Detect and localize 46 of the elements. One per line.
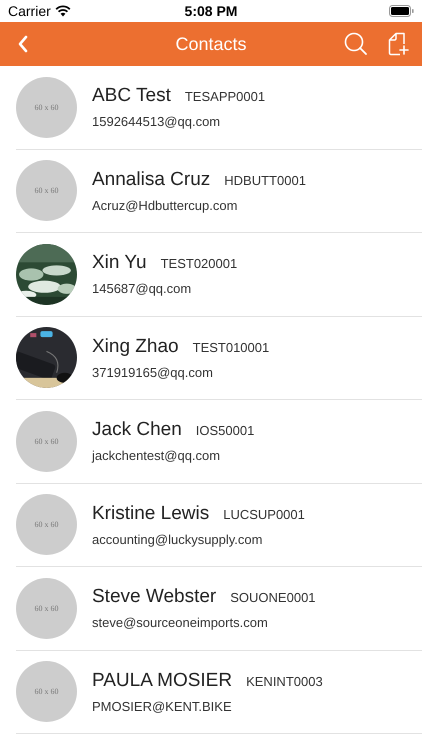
avatar-placeholder: 60 x 60: [16, 76, 77, 138]
contact-row[interactable]: 60 x 60 Jack Chen IOS50001 jackchentest@qq.com: [16, 400, 422, 484]
contact-name: ABC Test: [92, 85, 171, 108]
contact-name: Steve Webster: [92, 586, 216, 608]
wifi-icon: [54, 5, 71, 17]
contact-row[interactable]: 60 x 60 PAULA MOSIER KENINT0003 PMOSIER@KENT.BIKE: [16, 650, 422, 734]
contact-name: PAULA MOSIER: [92, 670, 232, 692]
avatar-placeholder: 60 x 60: [16, 661, 77, 722]
avatar-placeholder: 60 x 60: [16, 578, 77, 639]
back-icon[interactable]: [17, 35, 29, 53]
contact-name: Xing Zhao: [92, 336, 179, 358]
contact-email: accounting@luckysupply.com: [92, 532, 264, 547]
carrier-label: Carrier: [8, 3, 51, 19]
contact-email: 145687@qq.com: [92, 281, 192, 296]
contact-name: Jack Chen: [92, 419, 182, 442]
contact-email: 1592644513@qq.com: [92, 114, 222, 130]
contact-row[interactable]: 60 x 60 Kristine Lewis LUCSUP0001 accounting@luckysupply.com: [16, 484, 422, 567]
contact-row[interactable]: Xing Zhao TEST010001 371919165@qq.com: [16, 316, 422, 400]
time-label: 5:08 PM: [184, 3, 238, 19]
contact-code: TEST020001: [160, 256, 238, 272]
contact-code: SOUONE0001: [230, 590, 316, 606]
contact-email: steve@sourceoneimports.com: [92, 615, 269, 630]
nav-title: Contacts: [175, 34, 247, 54]
contact-code: HDBUTT0001: [224, 172, 306, 188]
contact-name: Kristine Lewis: [92, 502, 210, 525]
avatar-placeholder: 60 x 60: [16, 494, 77, 556]
contact-row[interactable]: 60 x 60 Steve Webster SOUONE0001 steve@sourceoneimports.com: [16, 567, 422, 650]
contact-row[interactable]: 60 x 60 Annalisa Cruz HDBUTT0001 Acruz@Hdbuttercup.com: [16, 150, 422, 233]
contact-email: jackchentest@qq.com: [92, 448, 222, 464]
contact-email: 371919165@qq.com: [92, 364, 214, 380]
contact-name: Xin Yu: [92, 252, 147, 274]
contact-row[interactable]: 60 x 60 ABC Test TESAPP0001 1592644513@qq.com: [16, 66, 422, 150]
avatar-placeholder: 60 x 60: [16, 410, 77, 472]
search-icon[interactable]: [344, 32, 368, 56]
contact-code: TESAPP0001: [184, 89, 266, 104]
avatar-placeholder: 60 x 60: [16, 160, 77, 222]
contact-email: PMOSIER@KENT.BIKE: [92, 698, 233, 714]
contact-email: Acruz@Hdbuttercup.com: [92, 198, 238, 213]
contact-row[interactable]: Xin Yu TEST020001 145687@qq.com: [16, 233, 422, 316]
new-document-icon[interactable]: [388, 32, 410, 56]
contact-code: IOS50001: [196, 423, 254, 438]
contact-name: Annalisa Cruz: [92, 168, 210, 191]
contact-code: LUCSUP0001: [223, 506, 305, 522]
contact-code: TEST010001: [192, 340, 270, 355]
contact-code: KENINT0003: [246, 674, 323, 689]
battery-icon: [389, 5, 414, 17]
